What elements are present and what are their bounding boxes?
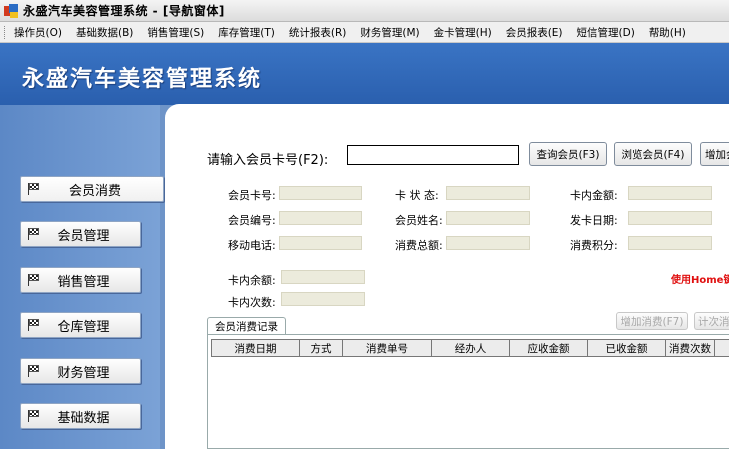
issue-date-field[interactable] [628, 211, 712, 225]
mobile-label: 移动电话: [228, 239, 276, 252]
window-title: 永盛汽车美容管理系统 - [导航窗体] [23, 4, 225, 18]
sidebar-item-label: 销售管理 [57, 274, 110, 290]
total-spent-field[interactable] [446, 236, 530, 250]
sidebar-item-sales-management[interactable]: 销售管理 [20, 267, 141, 293]
column-header[interactable]: 已收金额 [587, 340, 665, 356]
points-label: 消费积分: [570, 239, 618, 252]
header-banner: 永盛汽车美容管理系统 [0, 43, 729, 105]
menu-operator[interactable]: 操作员(O) [10, 25, 66, 40]
sidebar-item-label: 会员管理 [57, 228, 110, 244]
sidebar-item-member-management[interactable]: 会员管理 [20, 221, 141, 247]
sidebar-item-label: 会员消费 [68, 183, 121, 199]
tab-consumption-records[interactable]: 会员消费记录 [207, 317, 286, 334]
card-no-field[interactable] [279, 186, 362, 200]
card-amount-label: 卡内金额: [570, 189, 618, 202]
card-status-label: 卡 状 态: [395, 189, 439, 202]
sidebar-item-label: 财务管理 [57, 365, 110, 381]
card-amount-field[interactable] [628, 186, 712, 200]
query-member-button[interactable]: 查询会员(F3) [529, 142, 607, 166]
checkered-flag-icon [27, 410, 41, 422]
menu-member-reports[interactable]: 会员报表(E) [502, 25, 567, 40]
app-logo-icon [4, 3, 18, 18]
column-header[interactable]: 经办人 [431, 340, 509, 356]
toolbar-grip[interactable] [4, 25, 7, 39]
times-label: 卡内次数: [228, 296, 276, 309]
menu-reports[interactable]: 统计报表(R) [285, 25, 351, 40]
column-header[interactable]: 消费日期 [211, 340, 299, 356]
member-no-field[interactable] [279, 211, 362, 225]
mobile-field[interactable] [279, 236, 362, 250]
menu-help[interactable]: 帮助(H) [645, 25, 690, 40]
title-bar: 永盛汽车美容管理系统 - [导航窗体] [0, 0, 729, 22]
column-header[interactable]: 消费次数 [665, 340, 715, 356]
card-number-input[interactable] [347, 145, 519, 165]
sidebar-item-member-consumption[interactable]: 会员消费 [20, 176, 164, 202]
checkered-flag-icon [27, 183, 41, 195]
card-status-field[interactable] [446, 186, 530, 200]
sidebar-item-label: 基础数据 [57, 410, 110, 426]
menu-sales[interactable]: 销售管理(S) [143, 25, 208, 40]
checkered-flag-icon [27, 228, 41, 240]
menu-finance[interactable]: 财务管理(M) [356, 25, 423, 40]
banner-title: 永盛汽车美容管理系统 [22, 67, 263, 92]
times-field[interactable] [281, 292, 365, 306]
total-spent-label: 消费总额: [395, 239, 443, 252]
main-panel: 请输入会员卡号(F2): 查询会员(F3) 浏览会员(F4) 增加会 会员卡号:… [165, 104, 729, 449]
sidebar-item-finance-management[interactable]: 财务管理 [20, 358, 141, 384]
points-field[interactable] [628, 236, 712, 250]
issue-date-label: 发卡日期: [570, 214, 618, 227]
menu-sms[interactable]: 短信管理(D) [573, 25, 639, 40]
member-no-label: 会员编号: [228, 214, 276, 227]
member-name-field[interactable] [446, 211, 530, 225]
home-key-hint: 使用Home键 [671, 275, 729, 286]
add-consumption-button[interactable]: 增加消费(F7) [616, 312, 688, 330]
card-no-label: 会员卡号: [228, 189, 276, 202]
menu-basic-data[interactable]: 基础数据(B) [72, 25, 137, 40]
sidebar-item-basic-data[interactable]: 基础数据 [20, 403, 141, 429]
grid-header: 消费日期 方式 消费单号 经办人 应收金额 已收金额 消费次数 [211, 339, 729, 357]
card-number-prompt: 请输入会员卡号(F2): [207, 153, 329, 168]
add-member-button[interactable]: 增加会 [700, 142, 729, 166]
sidebar-item-label: 仓库管理 [57, 319, 110, 335]
column-header[interactable]: 方式 [299, 340, 342, 356]
balance-label: 卡内余额: [228, 274, 276, 287]
checkered-flag-icon [27, 365, 41, 377]
column-header[interactable]: 消费单号 [342, 340, 431, 356]
balance-field[interactable] [281, 270, 365, 284]
sidebar: 会员消费 会员管理 销售管理 仓库管理 财务管理 基础数据 [0, 105, 164, 449]
checkered-flag-icon [27, 319, 41, 331]
count-consumption-button[interactable]: 计次消 [694, 312, 729, 330]
checkered-flag-icon [27, 274, 41, 286]
sidebar-item-warehouse-management[interactable]: 仓库管理 [20, 312, 141, 338]
member-name-label: 会员姓名: [395, 214, 443, 227]
browse-member-button[interactable]: 浏览会员(F4) [614, 142, 692, 166]
menu-gold-card[interactable]: 金卡管理(H) [430, 25, 496, 40]
column-header[interactable]: 应收金额 [509, 340, 587, 356]
menu-bar: 操作员(O) 基础数据(B) 销售管理(S) 库存管理(T) 统计报表(R) 财… [0, 22, 729, 43]
menu-inventory[interactable]: 库存管理(T) [214, 25, 279, 40]
